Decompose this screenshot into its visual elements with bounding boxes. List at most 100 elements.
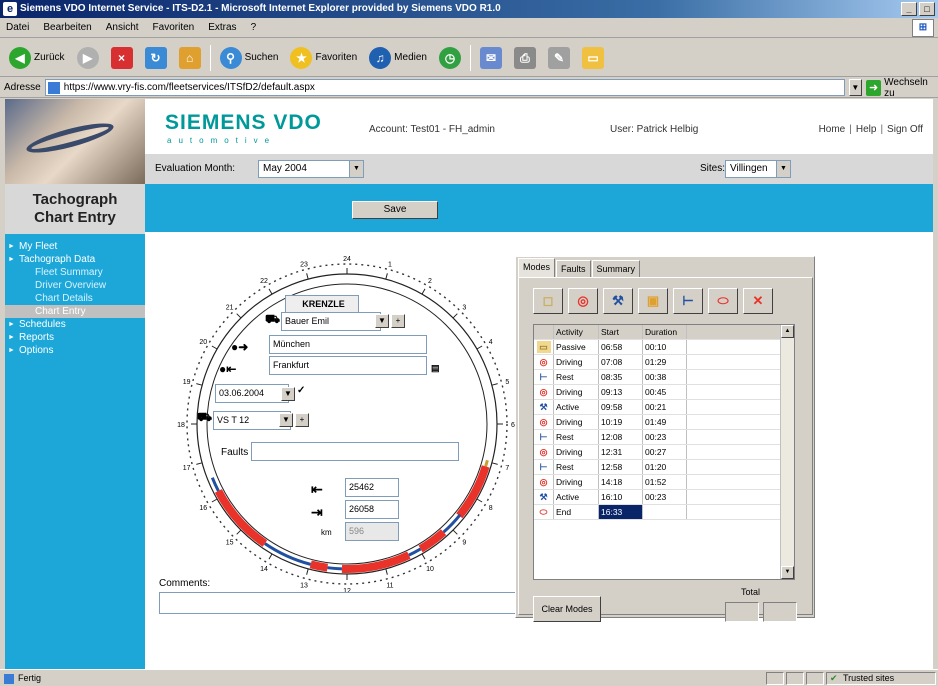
sidebar-item-fleet-summary[interactable]: Fleet Summary: [5, 266, 145, 279]
history-button[interactable]: ◷: [436, 45, 464, 71]
edit-button[interactable]: ✎: [545, 45, 573, 71]
passive-mode-button[interactable]: ◻: [533, 288, 563, 314]
odometer-end-field[interactable]: 26058: [345, 500, 399, 519]
address-dropdown-button[interactable]: ▼: [848, 79, 863, 96]
tab-summary[interactable]: Summary: [591, 260, 641, 278]
refresh-button[interactable]: ↻: [142, 45, 170, 71]
duration-cell[interactable]: 01:52: [643, 475, 687, 489]
favorites-button[interactable]: ★ Favoriten: [287, 45, 360, 71]
sidebar-item-chart-details[interactable]: Chart Details: [5, 292, 145, 305]
tab-faults[interactable]: Faults: [556, 260, 591, 278]
stop-button[interactable]: ×: [108, 45, 136, 71]
grid-row[interactable]: ◎ Driving 12:31 00:27: [534, 445, 794, 460]
grid-row[interactable]: ⬭ End 16:33: [534, 505, 794, 520]
scroll-up-icon[interactable]: ▲: [781, 325, 794, 338]
vehicle-add-button[interactable]: +: [295, 413, 309, 427]
activity-cell[interactable]: Rest: [554, 430, 599, 444]
duration-cell[interactable]: 00:10: [643, 340, 687, 354]
minimize-button[interactable]: _: [901, 2, 917, 16]
duration-cell[interactable]: 01:20: [643, 460, 687, 474]
vehicle-dropdown-button[interactable]: ▼: [279, 413, 293, 427]
forward-button[interactable]: ▶: [74, 45, 102, 71]
grid-row[interactable]: ◎ Driving 09:13 00:45: [534, 385, 794, 400]
search-button[interactable]: ⚲ Suchen: [217, 45, 282, 71]
grid-row[interactable]: ⊢ Rest 12:08 00:23: [534, 430, 794, 445]
tab-modes[interactable]: Modes: [518, 258, 556, 278]
break-mode-button[interactable]: ▣: [638, 288, 668, 314]
sidebar-item-reports[interactable]: Reports: [5, 331, 145, 344]
end-mode-button[interactable]: ⬭: [708, 288, 738, 314]
activity-cell[interactable]: Passive: [554, 340, 599, 354]
from-location-field[interactable]: München: [269, 335, 427, 354]
maximize-button[interactable]: □: [919, 2, 935, 16]
sidebar-item-driver-overview[interactable]: Driver Overview: [5, 279, 145, 292]
activity-cell[interactable]: Driving: [554, 385, 599, 399]
scroll-down-icon[interactable]: ▼: [781, 566, 794, 579]
sidebar-item-my-fleet[interactable]: My Fleet: [5, 240, 145, 253]
help-link[interactable]: Help: [856, 124, 877, 135]
grid-row[interactable]: ⚒ Active 09:58 00:21: [534, 400, 794, 415]
activity-cell[interactable]: End: [554, 505, 599, 519]
start-cell[interactable]: 12:58: [599, 460, 643, 474]
grid-row[interactable]: ⚒ Active 16:10 00:23: [534, 490, 794, 505]
faults-field[interactable]: [251, 442, 459, 461]
menu-file[interactable]: Datei: [6, 22, 29, 33]
home-link[interactable]: Home: [819, 124, 846, 135]
media-button[interactable]: ♫ Medien: [366, 45, 430, 71]
activity-cell[interactable]: Driving: [554, 445, 599, 459]
start-cell[interactable]: 16:33: [599, 505, 643, 519]
start-cell[interactable]: 14:18: [599, 475, 643, 489]
activity-cell[interactable]: Driving: [554, 475, 599, 489]
address-input[interactable]: https://www.vry-fis.com/fleetservices/IT…: [44, 79, 845, 96]
activity-cell[interactable]: Driving: [554, 355, 599, 369]
start-cell[interactable]: 07:08: [599, 355, 643, 369]
sites-select[interactable]: Villingen ▼: [725, 160, 791, 178]
duration-cell[interactable]: 00:21: [643, 400, 687, 414]
activity-cell[interactable]: Rest: [554, 460, 599, 474]
grid-row[interactable]: ⊢ Rest 12:58 01:20: [534, 460, 794, 475]
start-cell[interactable]: 12:08: [599, 430, 643, 444]
driver-select[interactable]: Bauer Emil: [281, 312, 381, 331]
back-button[interactable]: ◀ Zurück: [6, 45, 68, 71]
folder-button[interactable]: ▭: [579, 45, 607, 71]
sidebar-item-options[interactable]: Options: [5, 344, 145, 357]
to-location-field[interactable]: Frankfurt: [269, 356, 427, 375]
grid-row[interactable]: ▭ Passive 06:58 00:10: [534, 340, 794, 355]
start-cell[interactable]: 16:10: [599, 490, 643, 504]
grid-row[interactable]: ◎ Driving 10:19 01:49: [534, 415, 794, 430]
print-button[interactable]: ⎙: [511, 45, 539, 71]
activity-cell[interactable]: Active: [554, 490, 599, 504]
menu-favorites[interactable]: Favoriten: [153, 22, 195, 33]
grid-scrollbar[interactable]: ▲ ▼: [780, 325, 794, 579]
start-cell[interactable]: 09:58: [599, 400, 643, 414]
menu-tools[interactable]: Extras: [208, 22, 236, 33]
active-mode-button[interactable]: ⚒: [603, 288, 633, 314]
driving-mode-button[interactable]: ◎: [568, 288, 598, 314]
duration-cell[interactable]: 00:38: [643, 370, 687, 384]
calendar-icon[interactable]: ▤: [431, 363, 440, 374]
home-button[interactable]: ⌂: [176, 45, 204, 71]
sidebar-item-schedules[interactable]: Schedules: [5, 318, 145, 331]
activity-cell[interactable]: Active: [554, 400, 599, 414]
duration-cell[interactable]: 01:49: [643, 415, 687, 429]
rest-mode-button[interactable]: ⊢: [673, 288, 703, 314]
duration-cell[interactable]: 01:29: [643, 355, 687, 369]
date-picker-button[interactable]: ▼: [281, 387, 295, 401]
menu-edit[interactable]: Bearbeiten: [43, 22, 91, 33]
go-button[interactable]: ➜ Wechseln zu: [866, 77, 938, 99]
menu-help[interactable]: ?: [251, 22, 257, 33]
start-cell[interactable]: 09:13: [599, 385, 643, 399]
date-field[interactable]: 03.06.2004: [215, 384, 289, 403]
grid-row[interactable]: ◎ Driving 07:08 01:29: [534, 355, 794, 370]
mail-button[interactable]: ✉: [477, 45, 505, 71]
comments-input[interactable]: [159, 592, 519, 614]
duration-cell[interactable]: 00:23: [643, 430, 687, 444]
menu-view[interactable]: Ansicht: [106, 22, 139, 33]
driver-dropdown-button[interactable]: ▼: [375, 314, 389, 328]
duration-cell[interactable]: 00:27: [643, 445, 687, 459]
start-cell[interactable]: 12:31: [599, 445, 643, 459]
duration-cell[interactable]: [643, 505, 687, 519]
start-cell[interactable]: 06:58: [599, 340, 643, 354]
grid-row[interactable]: ⊢ Rest 08:35 00:38: [534, 370, 794, 385]
sidebar-item-tachograph-data[interactable]: Tachograph Data: [5, 253, 145, 266]
